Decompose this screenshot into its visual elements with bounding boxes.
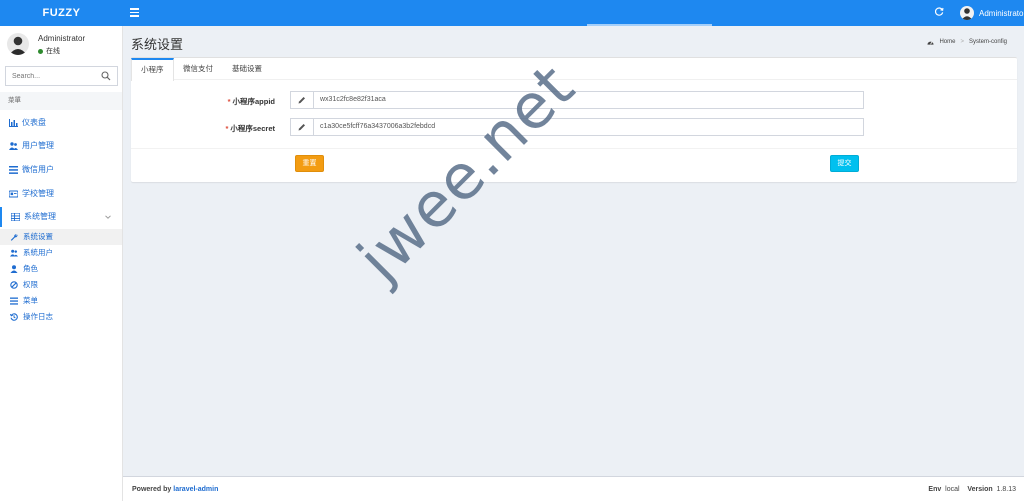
sidebar: Administrator 在线 菜單 仪表盘 用户管理 微信用户 学校管理 系… xyxy=(0,26,123,501)
header-avatar[interactable] xyxy=(960,6,974,20)
appid-label: * 小程序appid xyxy=(191,96,275,107)
wrench-icon xyxy=(10,234,18,241)
header-user-name[interactable]: Administrator xyxy=(979,9,1024,18)
sidebar-subitem-system-users[interactable]: 系統用户 xyxy=(0,245,122,261)
sidebar-item-label: 学校管理 xyxy=(22,189,54,198)
history-icon xyxy=(10,313,18,321)
user-icon xyxy=(10,265,18,273)
page-title: 系统设置 xyxy=(131,37,184,52)
user-panel-status: 在线 xyxy=(38,46,60,56)
sidebar-subitem-label: 菜单 xyxy=(23,296,38,305)
sidebar-subitem-label: 操作日志 xyxy=(23,312,53,321)
sidebar-item-label: 微信用户 xyxy=(22,165,54,174)
sidebar-subitem-roles[interactable]: 角色 xyxy=(0,261,122,277)
appid-addon xyxy=(290,91,314,109)
sidebar-subitem-label: 系统设置 xyxy=(23,232,53,241)
users-icon xyxy=(9,142,18,150)
bars-icon xyxy=(10,297,18,305)
user-avatar xyxy=(7,33,29,55)
sidebar-item-label: 仪表盘 xyxy=(22,118,46,127)
sidebar-subitem-label: 角色 xyxy=(23,264,38,273)
sidebar-subitem-system-config[interactable]: 系统设置 xyxy=(0,229,122,245)
submit-button[interactable]: 提交 xyxy=(830,155,859,172)
header-progress-line xyxy=(587,24,712,26)
version-label: Version xyxy=(967,486,993,493)
breadcrumb-current: System-config xyxy=(968,39,1007,45)
secret-input[interactable]: c1a30ce5fcff76a3437006a3b2febdcd xyxy=(314,118,864,136)
ban-icon xyxy=(10,281,18,289)
search-input[interactable] xyxy=(6,67,96,85)
env-value: local xyxy=(945,486,960,493)
footer: Powered by laravel-admin Env local Versi… xyxy=(123,476,1024,501)
refresh-icon[interactable] xyxy=(934,7,944,20)
reset-button[interactable]: 重置 xyxy=(295,155,324,172)
users-icon xyxy=(10,249,18,257)
top-navbar: FUZZY Administrator xyxy=(0,0,1024,26)
sidebar-subitem-label: 系統用户 xyxy=(23,248,53,257)
powered-prefix: Powered by xyxy=(132,486,172,493)
sidebar-subitem-label: 权限 xyxy=(23,280,38,289)
sidebar-subitem-permissions[interactable]: 权限 xyxy=(0,277,122,293)
tab-basic-settings[interactable]: 基础设置 xyxy=(223,58,271,80)
sidebar-item-label: 用户管理 xyxy=(22,141,54,150)
pencil-icon xyxy=(298,97,305,104)
secret-addon xyxy=(290,118,314,136)
tab-mini-program[interactable]: 小程序 xyxy=(131,58,174,81)
online-dot-icon xyxy=(38,48,43,54)
tab-bar: 小程序 微信支付 基础设置 xyxy=(131,58,1017,81)
table-icon xyxy=(11,213,20,221)
secret-label: * 小程序secret xyxy=(191,123,275,134)
sidebar-item-dashboard[interactable]: 仪表盘 xyxy=(0,113,122,133)
dashboard-icon xyxy=(927,41,935,45)
user-panel-name: Administrator xyxy=(38,34,86,43)
breadcrumb: Home > System-config xyxy=(927,39,1007,45)
sidebar-item-users[interactable]: 用户管理 xyxy=(0,136,122,156)
sidebar-item-schools[interactable]: 学校管理 xyxy=(0,184,122,204)
footer-meta: Env local Version 1.8.13 xyxy=(928,486,1016,493)
app-logo[interactable]: FUZZY xyxy=(0,0,123,26)
sidebar-item-wechat-users[interactable]: 微信用户 xyxy=(0,160,122,180)
menu-header: 菜單 xyxy=(0,92,122,110)
laravel-admin-link[interactable]: laravel-admin xyxy=(173,486,218,493)
breadcrumb-home[interactable]: Home xyxy=(939,39,955,45)
list-icon xyxy=(9,166,18,174)
breadcrumb-separator: > xyxy=(960,39,964,45)
bar-chart-icon xyxy=(9,119,18,127)
sidebar-search xyxy=(5,66,118,86)
sidebar-item-label: 系统管理 xyxy=(24,212,56,221)
user-status-label: 在线 xyxy=(46,48,60,55)
pencil-icon xyxy=(298,124,305,131)
sidebar-subitem-operation-log[interactable]: 操作日志 xyxy=(0,309,122,325)
sidebar-toggle-icon[interactable] xyxy=(130,8,139,17)
env-label: Env xyxy=(928,486,942,493)
appid-label-text: 小程序appid xyxy=(232,97,276,106)
appid-input[interactable]: wx31c2fc8e82f31aca xyxy=(314,91,864,109)
search-icon[interactable] xyxy=(101,71,111,81)
sidebar-item-system[interactable]: 系统管理 xyxy=(0,207,122,227)
tab-wechat-pay[interactable]: 微信支付 xyxy=(174,58,222,80)
config-box: 小程序 微信支付 基础设置 * 小程序appid wx31c2fc8e82f31a… xyxy=(131,57,1017,182)
secret-label-text: 小程序secret xyxy=(230,124,275,133)
required-mark: * xyxy=(225,124,229,133)
form-divider xyxy=(131,148,1017,149)
school-icon xyxy=(9,190,18,198)
required-mark: * xyxy=(227,97,231,106)
footer-powered-by: Powered by laravel-admin xyxy=(132,486,218,493)
version-value: 1.8.13 xyxy=(996,486,1016,493)
sidebar-subitem-menu[interactable]: 菜单 xyxy=(0,293,122,309)
chevron-down-icon xyxy=(105,215,111,219)
